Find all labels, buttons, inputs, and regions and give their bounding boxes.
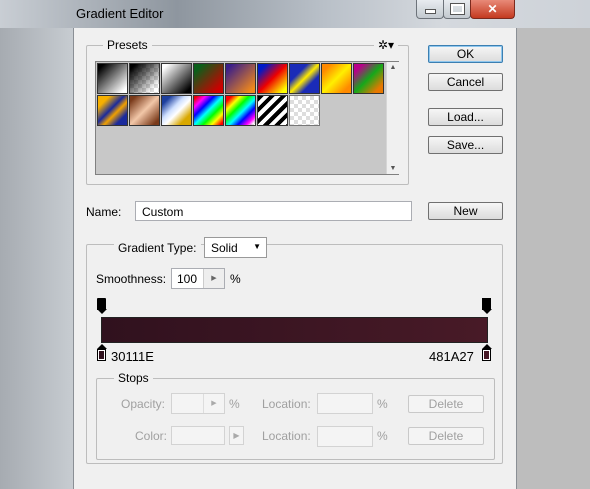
preset-swatch[interactable] [321,63,352,94]
close-icon: ✕ [487,2,498,16]
preset-swatch[interactable] [97,63,128,94]
color-location-input[interactable] [317,426,373,447]
preset-swatch-grid [95,61,399,175]
stops-label: Stops [114,371,153,385]
maximize-button[interactable] [443,0,471,19]
name-input[interactable]: Custom [135,201,412,221]
smoothness-label: Smoothness: [96,272,167,286]
preset-swatch[interactable] [289,95,320,126]
window-title: Gradient Editor [76,6,164,21]
preset-swatch[interactable] [161,95,192,126]
opacity-label: Opacity: [121,397,166,411]
cancel-button[interactable]: Cancel [428,73,503,91]
preset-swatch[interactable] [257,95,288,126]
smoothness-input[interactable]: 100 ▶ [171,268,225,289]
opacity-location-label: Location: [262,397,311,411]
close-button[interactable]: ✕ [470,0,515,19]
color-picker-arrow-icon[interactable]: ▶ [229,426,244,445]
load-button[interactable]: Load... [428,108,503,126]
opacity-delete-button[interactable]: Delete [408,395,484,413]
dropdown-arrow-icon: ▼ [253,242,261,251]
color-stop-left-marker[interactable] [97,349,106,361]
maximize-icon [449,3,465,15]
scroll-down-arrow-icon[interactable]: ▼ [387,165,399,172]
gradient-type-value: Solid [211,241,238,255]
smoothness-value: 100 [177,272,198,286]
save-button[interactable]: Save... [428,136,503,154]
preset-swatch[interactable] [129,95,160,126]
smoothness-unit: % [230,272,241,286]
preset-swatch[interactable] [353,63,384,94]
opacity-input[interactable]: ▶ [171,393,225,414]
name-input-value: Custom [142,205,184,219]
minimize-button[interactable] [416,0,444,19]
opacity-stop-right-pointer-icon [482,309,492,314]
new-button[interactable]: New [428,202,503,220]
preset-swatch[interactable] [97,95,128,126]
gradient-type-label: Gradient Type: [114,241,201,255]
preset-swatch[interactable] [289,63,320,94]
opacity-location-input[interactable] [317,393,373,414]
smoothness-stepper-arrow-icon[interactable]: ▶ [203,269,224,288]
left-stop-color-label: 30111E [111,349,154,364]
preset-swatch[interactable] [161,63,192,94]
color-delete-button[interactable]: Delete [408,427,484,445]
color-location-label: Location: [262,429,311,443]
preset-swatch[interactable] [225,63,256,94]
presets-label: Presets [103,38,152,52]
color-location-unit: % [377,429,388,443]
presets-menu-gear-icon[interactable]: ✲▾ [374,38,399,52]
gradient-type-select[interactable]: Solid ▼ [204,237,267,258]
opacity-unit: % [229,397,240,411]
background-right [515,28,590,489]
name-label: Name: [86,205,122,219]
stops-group [96,378,495,460]
ok-button[interactable]: OK [428,45,503,63]
color-swatch-input[interactable] [171,426,225,445]
window-frame-left [0,28,73,489]
preset-swatch[interactable] [225,95,256,126]
scroll-up-arrow-icon[interactable]: ▲ [387,64,399,71]
right-stop-color-label: 481A27 [429,349,474,364]
gradient-preview-bar[interactable] [101,317,488,343]
preset-swatch[interactable] [193,95,224,126]
preset-swatch[interactable] [257,63,288,94]
preset-swatch[interactable] [193,63,224,94]
minimize-icon [424,9,436,14]
preset-swatch[interactable] [129,63,160,94]
opacity-stop-left-pointer-icon [97,309,107,314]
presets-scrollbar[interactable]: ▲ ▼ [386,62,399,174]
color-label: Color: [135,429,168,443]
opacity-location-unit: % [377,397,388,411]
opacity-stepper-arrow-icon[interactable]: ▶ [203,394,224,413]
color-stop-right-marker[interactable] [482,349,491,361]
